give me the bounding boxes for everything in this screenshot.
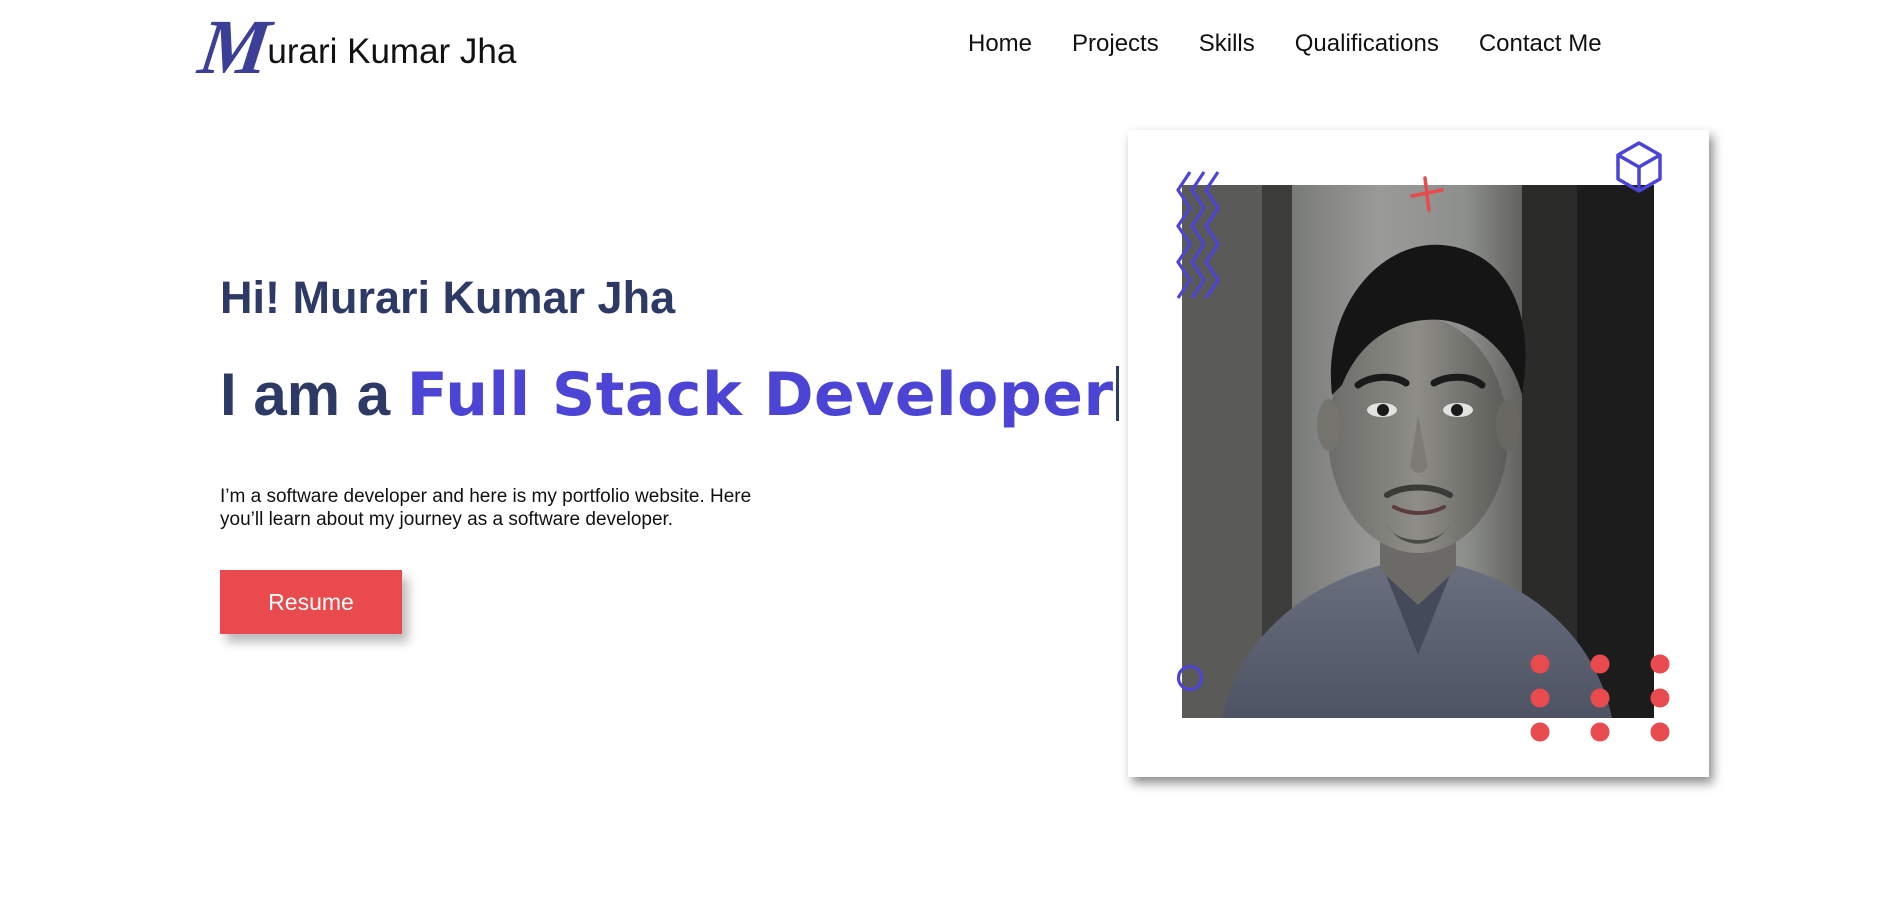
site-header: M urari Kumar Jha Home Projects Skills Q…	[0, 0, 1890, 100]
cross-icon	[1410, 176, 1444, 212]
logo-mark: M	[193, 3, 272, 90]
dots-grid-icon	[1530, 654, 1670, 742]
nav-home[interactable]: Home	[968, 30, 1032, 58]
resume-button[interactable]: Resume	[220, 570, 402, 634]
main-nav: Home Projects Skills Qualifications Cont…	[968, 30, 1642, 58]
page: M urari Kumar Jha Home Projects Skills Q…	[0, 0, 1890, 909]
circle-icon	[1176, 664, 1204, 692]
intro-line-2: you’ll learn about my journey as a softw…	[220, 509, 674, 530]
intro-line-1: I’m a software developer and here is my …	[220, 486, 752, 507]
nav-projects[interactable]: Projects	[1072, 30, 1159, 58]
nav-skills[interactable]: Skills	[1199, 30, 1255, 58]
nav-qualifications[interactable]: Qualifications	[1295, 30, 1439, 58]
cube-icon	[1616, 141, 1662, 193]
logo[interactable]: M urari Kumar Jha	[194, 3, 517, 90]
role-heading: I am a Full Stack Developer	[220, 360, 1119, 430]
intro-text: I’m a software developer and here is my …	[220, 485, 810, 531]
profile-photo	[1182, 185, 1654, 718]
role-prefix: I am a	[220, 361, 407, 428]
profile-portrait	[1182, 185, 1654, 718]
logo-text: urari Kumar Jha	[267, 32, 517, 71]
typing-cursor	[1115, 366, 1119, 421]
zigzag-icon	[1176, 171, 1220, 299]
nav-contact[interactable]: Contact Me	[1479, 30, 1602, 58]
role-highlight: Full Stack Developer	[406, 360, 1114, 430]
greeting-heading: Hi! Murari Kumar Jha	[220, 272, 676, 323]
